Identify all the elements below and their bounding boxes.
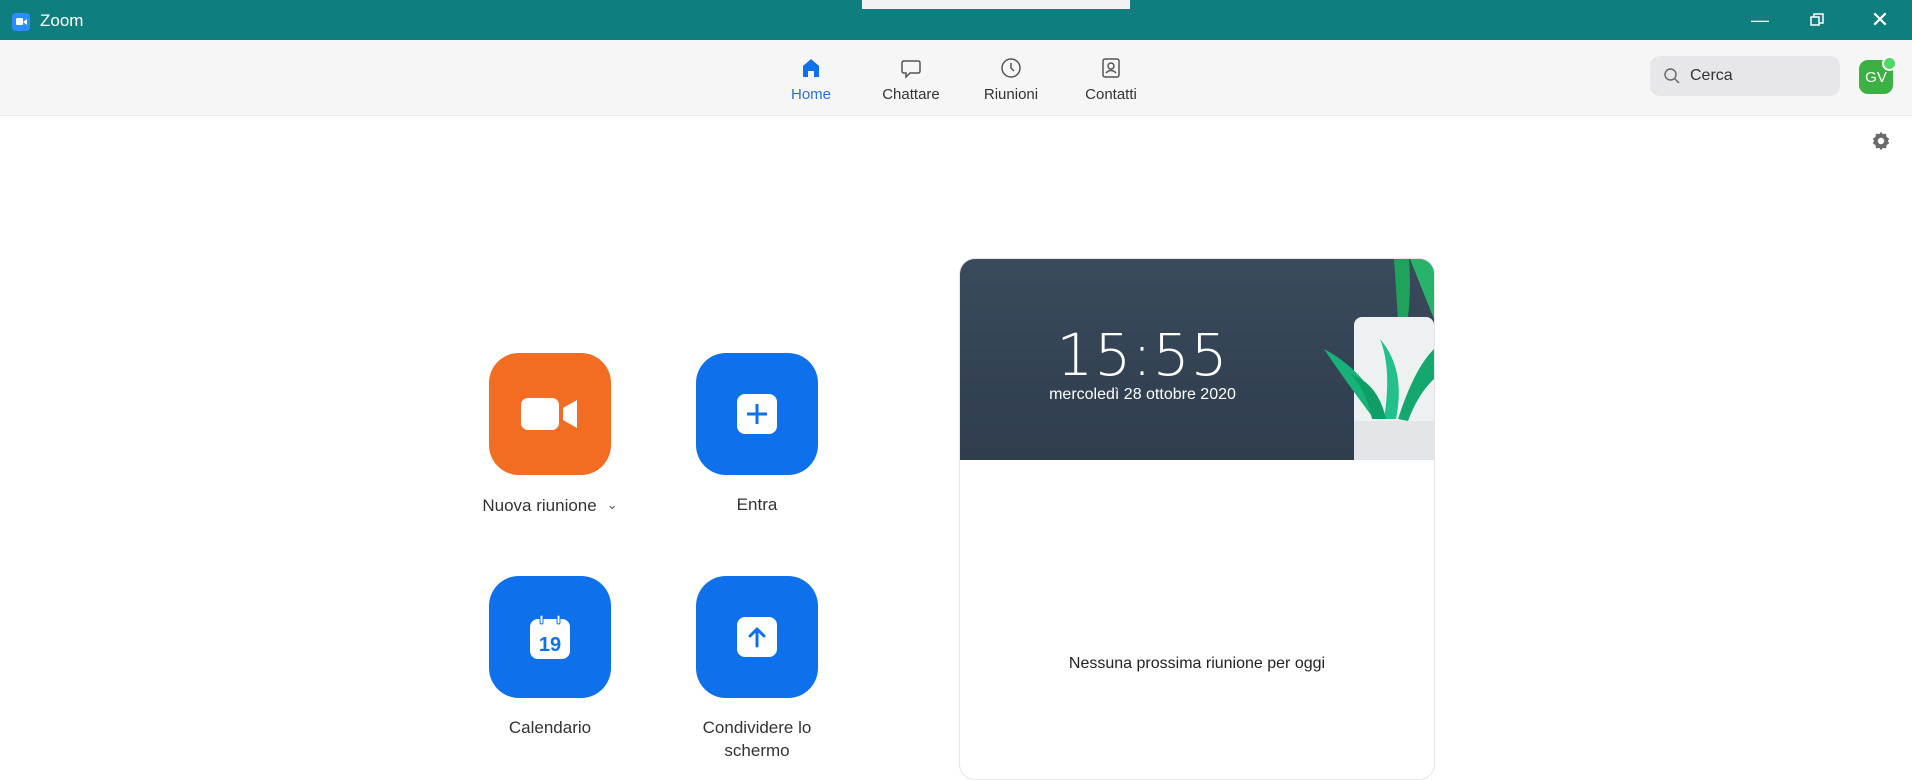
- no-meetings-message: Nessuna prossima riunione per oggi: [1068, 655, 1326, 672]
- share-screen-label-line1: Condividere lo: [702, 718, 812, 737]
- contacts-icon: [1102, 58, 1120, 78]
- calendar-day: 19: [539, 634, 561, 656]
- home-icon: [803, 59, 819, 77]
- search-placeholder: Cerca: [1690, 67, 1733, 84]
- share-screen-label-line2: schermo: [724, 741, 790, 760]
- tab-contacts-label: Contatti: [1085, 86, 1137, 103]
- restore-icon: [1810, 13, 1824, 26]
- clock-icon: [1001, 58, 1021, 78]
- new-meeting-button[interactable]: [489, 353, 611, 475]
- join-action[interactable]: Entra: [687, 353, 827, 516]
- tab-home[interactable]: Home: [766, 50, 856, 108]
- clock-date: mercoledì 28 ottobre 2020: [1049, 386, 1236, 403]
- zoom-logo-icon: [12, 13, 30, 31]
- clock-time: 15:55: [1056, 321, 1229, 389]
- schedule-button[interactable]: 19: [489, 576, 611, 698]
- tab-contacts[interactable]: Contatti: [1066, 50, 1156, 108]
- avatar[interactable]: GV: [1859, 56, 1897, 94]
- title-bar: Zoom — ✕: [0, 0, 1912, 40]
- presence-indicator: [1882, 56, 1897, 71]
- schedule-action[interactable]: 19 Calendario: [480, 576, 620, 739]
- share-screen-icon: [737, 617, 777, 657]
- search-input[interactable]: Cerca: [1650, 56, 1840, 96]
- titlebar-notch: [862, 0, 1130, 9]
- top-nav: Home Chattare Riunioni Contatti Cerca GV: [0, 40, 1912, 116]
- new-meeting-label: Nuova riunione: [482, 496, 597, 515]
- share-screen-action[interactable]: Condividere lo schermo: [687, 576, 827, 762]
- tab-chat-label: Chattare: [882, 86, 940, 103]
- close-button[interactable]: ✕: [1860, 4, 1900, 36]
- upcoming-meetings-card: 15:55 mercoledì 28 ottobre 2020 Nessuna …: [959, 258, 1435, 780]
- search-icon: [1664, 68, 1680, 84]
- calendar-icon: 19: [530, 614, 570, 659]
- gear-icon[interactable]: [1870, 130, 1892, 152]
- chat-icon: [901, 60, 921, 79]
- join-label: Entra: [736, 495, 778, 514]
- plant-illustration: [1324, 259, 1434, 460]
- plus-icon: [737, 394, 777, 434]
- restore-button[interactable]: [1797, 4, 1837, 36]
- new-meeting-action[interactable]: Nuova riunione ⌄: [480, 353, 620, 517]
- tab-meetings[interactable]: Riunioni: [966, 50, 1056, 108]
- card-header: 15:55 mercoledì 28 ottobre 2020: [960, 259, 1434, 460]
- schedule-label: Calendario: [508, 718, 592, 737]
- share-screen-button[interactable]: [696, 576, 818, 698]
- avatar-initials: GV: [1865, 68, 1887, 86]
- tab-chat[interactable]: Chattare: [866, 50, 956, 108]
- minimize-button[interactable]: —: [1740, 4, 1780, 36]
- tab-home-label: Home: [790, 86, 831, 103]
- window-title: Zoom: [40, 11, 84, 30]
- tab-meetings-label: Riunioni: [983, 86, 1039, 103]
- chevron-down-icon[interactable]: ⌄: [607, 493, 618, 516]
- join-button[interactable]: [696, 353, 818, 475]
- video-camera-icon: [521, 398, 577, 430]
